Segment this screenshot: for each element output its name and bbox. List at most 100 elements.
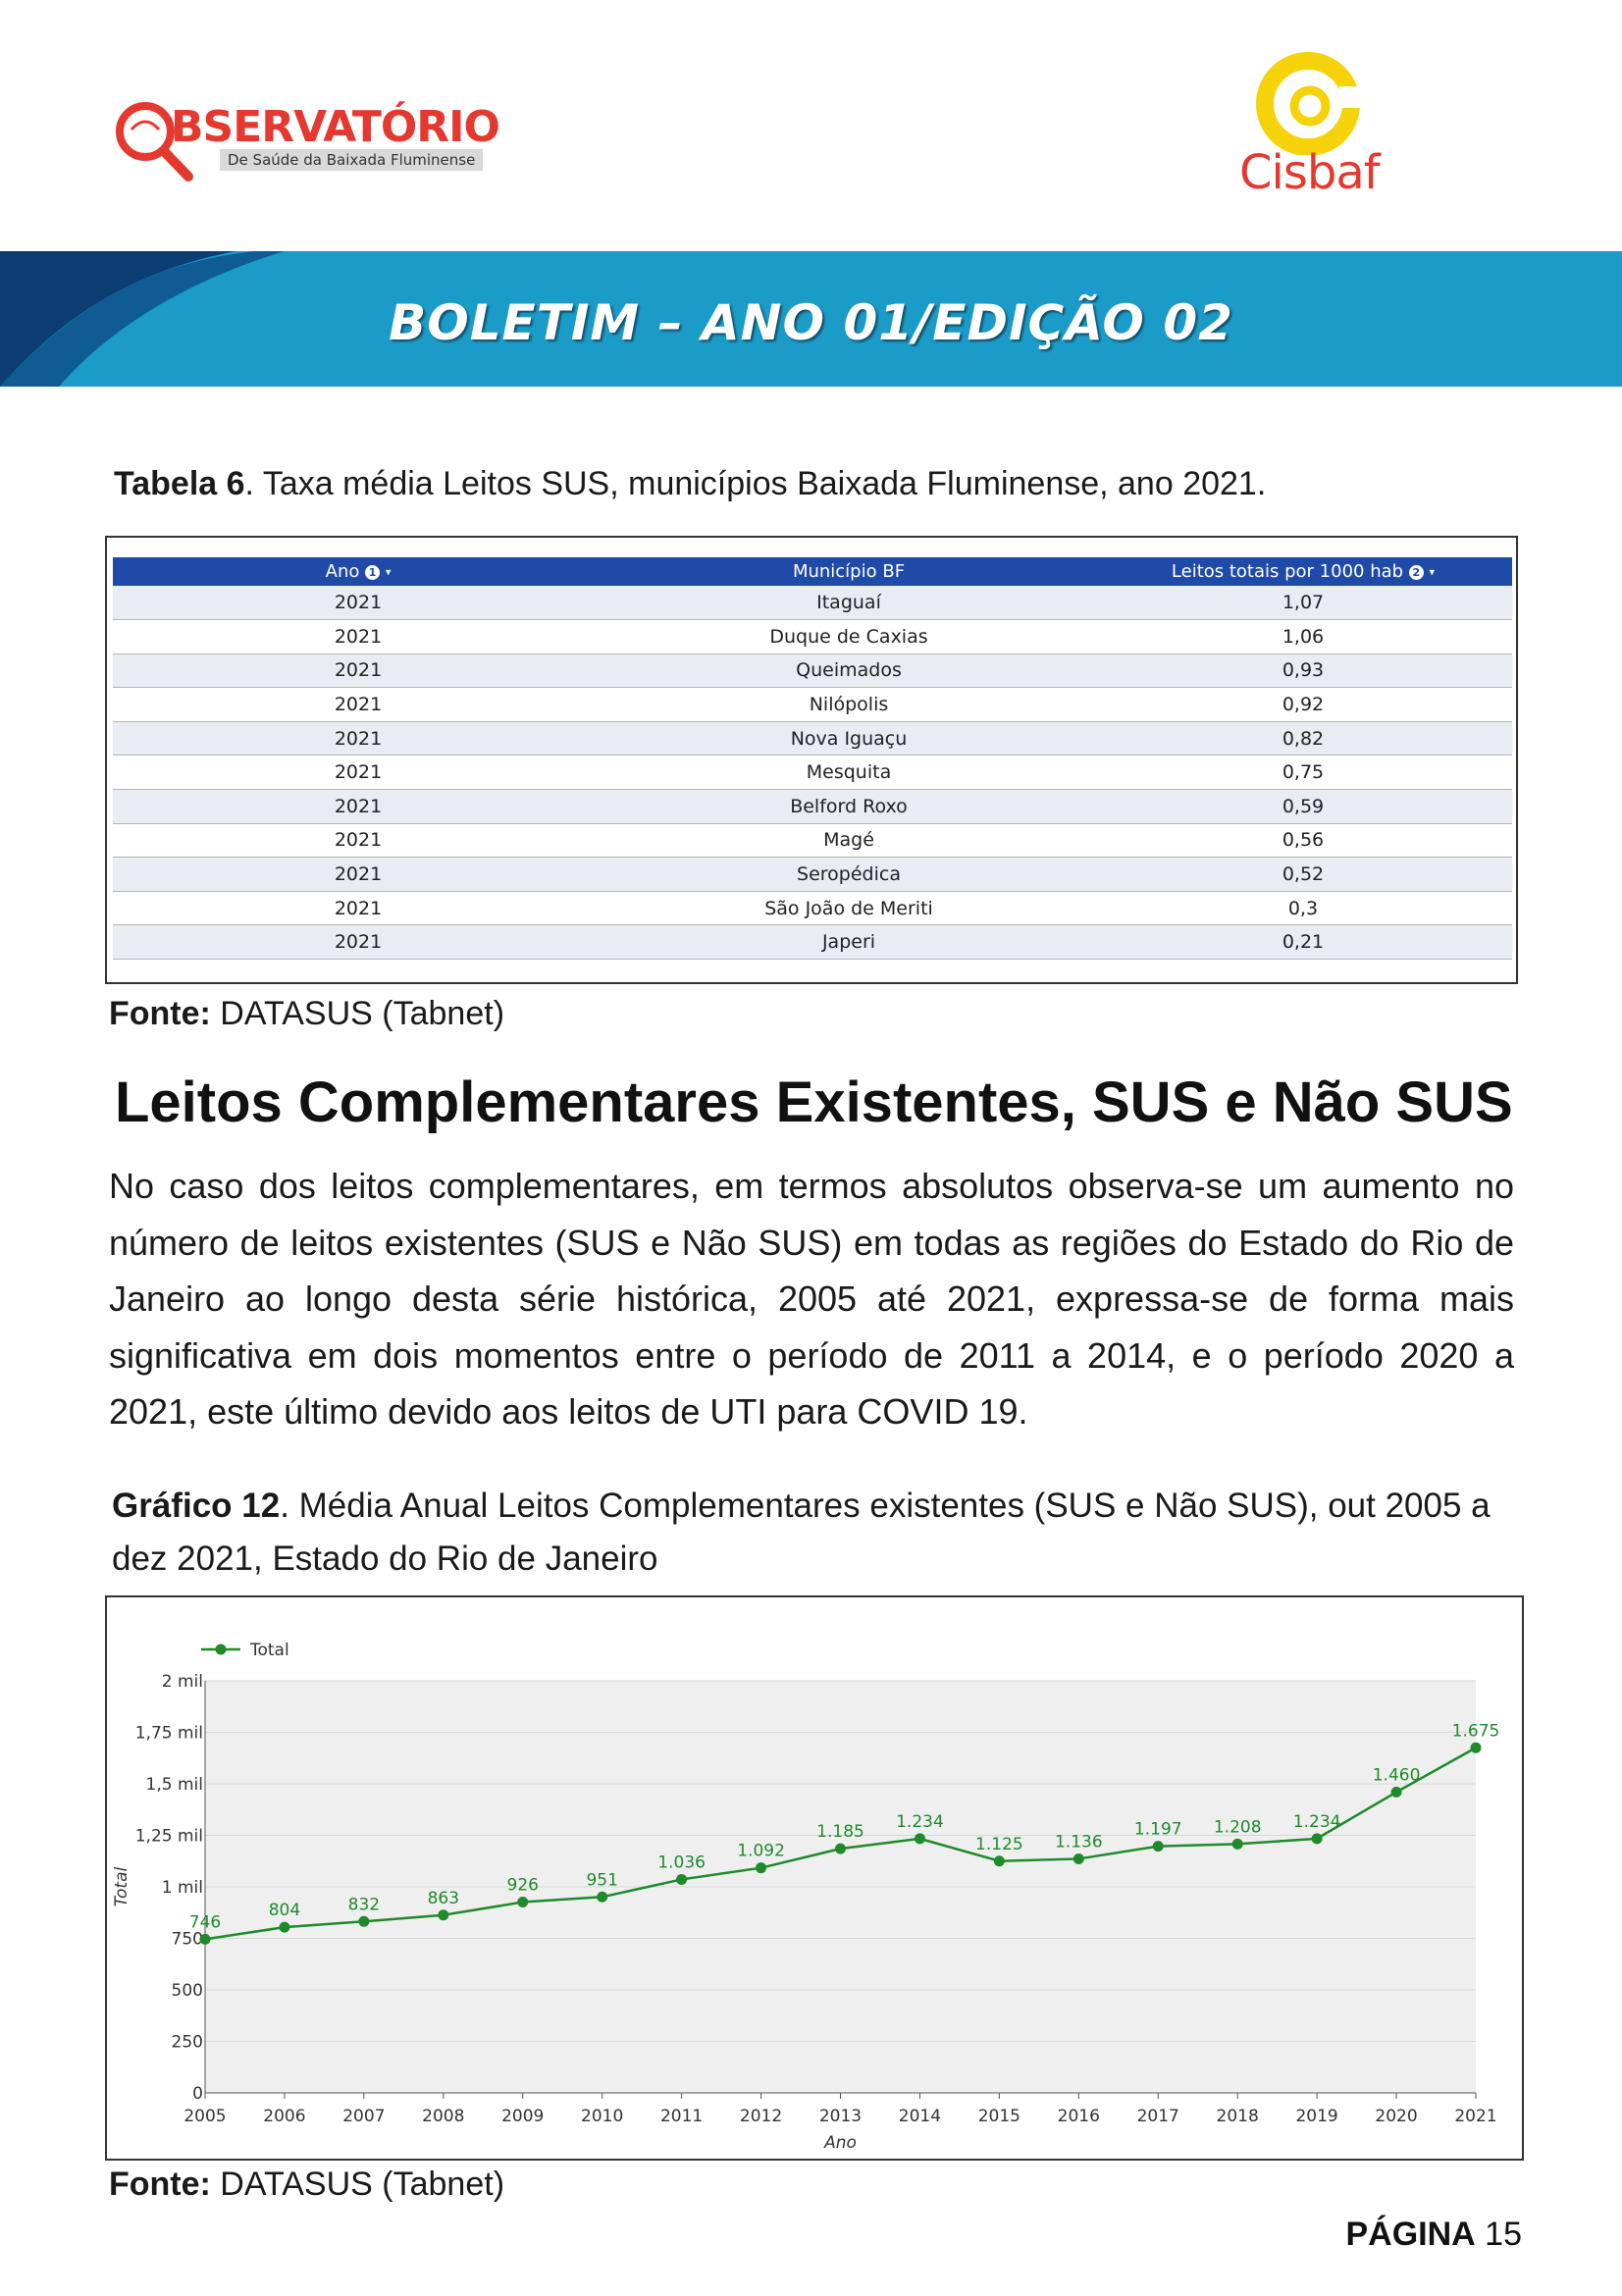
data-point bbox=[1073, 1852, 1084, 1864]
x-tick-label: 2007 bbox=[342, 2107, 385, 2126]
data-point bbox=[279, 1921, 290, 1933]
observatorio-wordmark: BSERVATÓRIO bbox=[171, 102, 500, 152]
data-point bbox=[438, 1909, 449, 1921]
cell-ano: 2021 bbox=[113, 755, 603, 791]
cell-ano: 2021 bbox=[113, 924, 603, 961]
y-tick-label: 500 bbox=[172, 1981, 203, 2001]
table-row: 2021 Duque de Caxias 1,06 bbox=[113, 619, 1512, 654]
table-row: 2021 Nilópolis 0,92 bbox=[113, 687, 1512, 722]
x-tick-label: 2015 bbox=[978, 2107, 1020, 2126]
cell-municipio: Mesquita bbox=[603, 755, 1094, 791]
banner-title: BOLETIM – ANO 01/EDIÇÃO 02 bbox=[389, 294, 1233, 351]
sort-caret-icon: ▾ bbox=[1429, 565, 1436, 579]
table-row: 2021 Belford Roxo 0,59 bbox=[113, 789, 1512, 824]
cell-ano: 2021 bbox=[113, 721, 603, 757]
chart-caption: Gráfico 12. Média Anual Leitos Complemen… bbox=[112, 1480, 1525, 1586]
y-tick-label: 1,75 mil bbox=[135, 1724, 203, 1744]
table-source-label: Fonte: bbox=[109, 995, 211, 1032]
x-tick-label: 2020 bbox=[1375, 2107, 1417, 2126]
x-tick-label: 2018 bbox=[1217, 2107, 1259, 2126]
data-label: 1.125 bbox=[975, 1835, 1023, 1854]
data-label: 1.234 bbox=[896, 1812, 944, 1832]
data-point bbox=[676, 1873, 688, 1885]
y-tick-label: 750 bbox=[172, 1930, 203, 1950]
data-point bbox=[1390, 1786, 1402, 1798]
cell-municipio: Nova Iguaçu bbox=[603, 721, 1094, 757]
cell-municipio: Seropédica bbox=[603, 857, 1094, 892]
cell-municipio: Duque de Caxias bbox=[603, 619, 1094, 654]
y-tick-label: 2 mil bbox=[162, 1672, 203, 1692]
cisbaf-emblem-icon bbox=[1256, 52, 1379, 155]
cell-leitos: 0,93 bbox=[1094, 653, 1512, 689]
table-row: 2021 Queimados 0,93 bbox=[113, 653, 1512, 689]
legend-label: Total bbox=[249, 1641, 289, 1660]
data-label: 1.460 bbox=[1373, 1765, 1421, 1785]
data-label: 863 bbox=[428, 1889, 459, 1908]
cell-ano: 2021 bbox=[113, 687, 603, 722]
page-number: PÁGINA 15 bbox=[1345, 2216, 1522, 2254]
x-tick-label: 2017 bbox=[1137, 2107, 1179, 2126]
x-tick-label: 2006 bbox=[263, 2107, 305, 2126]
table-source: Fonte: DATASUS (Tabnet) bbox=[109, 995, 504, 1033]
cell-leitos: 0,56 bbox=[1094, 823, 1512, 859]
data-point bbox=[1470, 1742, 1482, 1753]
table-row: 2021 Seropédica 0,52 bbox=[113, 857, 1512, 892]
cell-ano: 2021 bbox=[113, 789, 603, 824]
data-label: 1.197 bbox=[1134, 1820, 1182, 1840]
data-point bbox=[517, 1897, 529, 1908]
data-label: 926 bbox=[507, 1876, 539, 1896]
section-heading: Leitos Complementares Existentes, SUS e … bbox=[115, 1070, 1513, 1134]
cell-ano: 2021 bbox=[113, 619, 603, 654]
data-label: 746 bbox=[189, 1912, 221, 1932]
cell-municipio: São João de Meriti bbox=[603, 891, 1094, 926]
data-point bbox=[914, 1833, 925, 1845]
table-row: 2021 Mesquita 0,75 bbox=[113, 755, 1512, 791]
cell-ano: 2021 bbox=[113, 586, 603, 621]
y-axis-label: Total bbox=[112, 1866, 131, 1906]
column-header-leitos[interactable]: Leitos totais por 1000 hab 2 ▾ bbox=[1094, 557, 1512, 586]
table-row: 2021 São João de Meriti 0,3 bbox=[113, 891, 1512, 926]
cell-ano: 2021 bbox=[113, 857, 603, 892]
cell-municipio: Japeri bbox=[603, 924, 1094, 961]
cell-ano: 2021 bbox=[113, 891, 603, 926]
data-label: 1.185 bbox=[816, 1822, 864, 1842]
data-label: 832 bbox=[348, 1895, 380, 1914]
data-point bbox=[1231, 1838, 1243, 1850]
chart-caption-label: Gráfico 12 bbox=[112, 1487, 281, 1525]
data-label: 1.036 bbox=[657, 1852, 706, 1872]
data-label: 804 bbox=[269, 1901, 300, 1920]
cell-municipio: Itaguaí bbox=[603, 586, 1094, 621]
chart-source-label: Fonte: bbox=[109, 2166, 211, 2203]
y-tick-label: 0 bbox=[192, 2084, 203, 2104]
x-tick-label: 2008 bbox=[422, 2107, 464, 2126]
data-point bbox=[835, 1843, 846, 1854]
x-tick-label: 2016 bbox=[1058, 2107, 1100, 2126]
y-tick-label: 1 mil bbox=[162, 1878, 203, 1898]
y-tick-label: 250 bbox=[172, 2033, 203, 2053]
data-point bbox=[993, 1855, 1005, 1867]
data-label: 1.234 bbox=[1293, 1812, 1341, 1832]
x-tick-label: 2012 bbox=[740, 2107, 782, 2126]
cisbaf-logo: Cisbaf bbox=[1231, 47, 1388, 204]
cell-leitos: 0,75 bbox=[1094, 755, 1512, 791]
table-frame: Ano 1 ▾ Município BF Leitos totais por 1… bbox=[105, 536, 1518, 984]
x-tick-label: 2009 bbox=[501, 2107, 544, 2126]
chart-caption-text: . Média Anual Leitos Complementares exis… bbox=[112, 1487, 1491, 1578]
cell-leitos: 0,52 bbox=[1094, 857, 1512, 892]
cell-leitos: 0,3 bbox=[1094, 891, 1512, 926]
observatorio-subtitle: De Saúde da Baixada Fluminense bbox=[220, 149, 484, 171]
x-tick-label: 2013 bbox=[819, 2107, 862, 2126]
x-tick-label: 2021 bbox=[1454, 2107, 1496, 2126]
table-row: 2021 Nova Iguaçu 0,82 bbox=[113, 721, 1512, 757]
table-row: 2021 Japeri 0,21 bbox=[113, 924, 1512, 961]
info-icon: 1 bbox=[365, 564, 381, 580]
sort-caret-icon: ▾ bbox=[385, 565, 392, 579]
page-label: PÁGINA bbox=[1345, 2216, 1476, 2253]
table-source-text: DATASUS (Tabnet) bbox=[210, 995, 505, 1032]
column-header-ano[interactable]: Ano 1 ▾ bbox=[113, 557, 603, 586]
x-tick-label: 2011 bbox=[660, 2107, 703, 2126]
data-point bbox=[1152, 1841, 1164, 1852]
x-tick-label: 2019 bbox=[1295, 2107, 1337, 2126]
cisbaf-wordmark: Cisbaf bbox=[1239, 145, 1381, 200]
edition-banner: BOLETIM – ANO 01/EDIÇÃO 02 bbox=[0, 251, 1622, 387]
